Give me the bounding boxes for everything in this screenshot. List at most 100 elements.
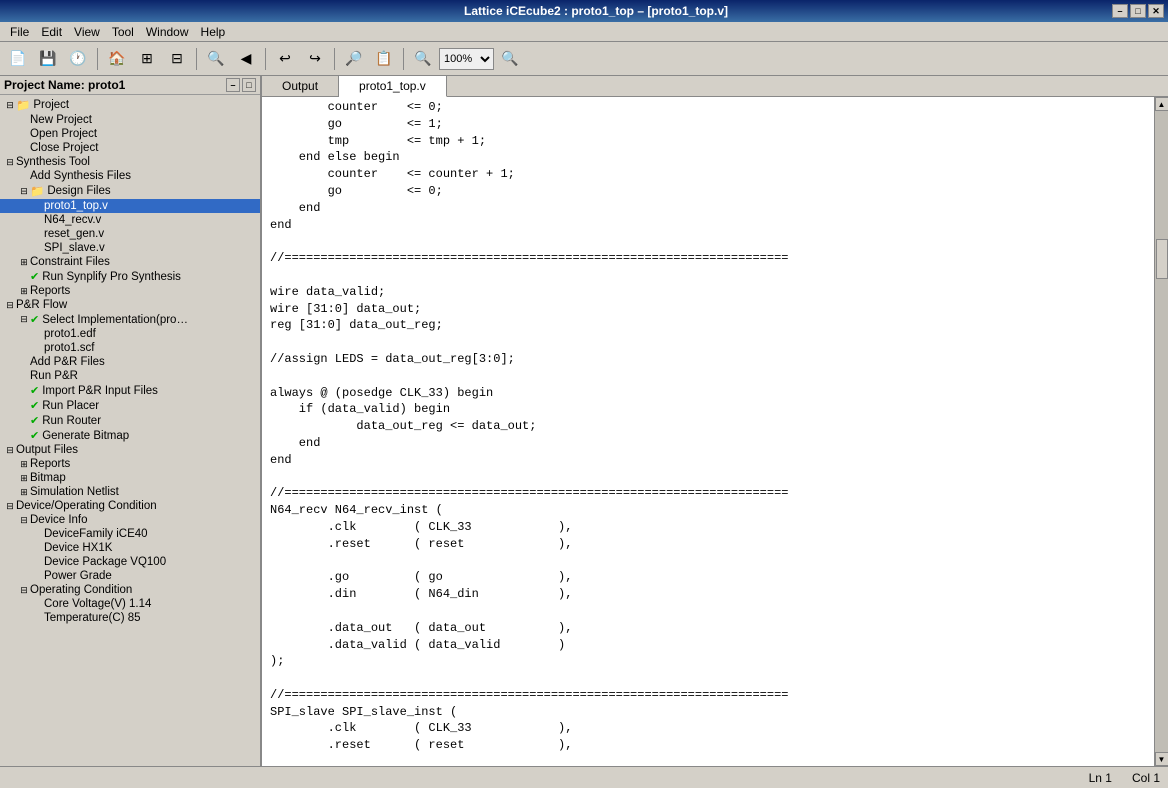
tree-item[interactable]: ⊞Reports — [0, 457, 260, 471]
tree-label: Run Synplify Pro Synthesis — [42, 271, 181, 283]
tree-item[interactable]: SPI_slave.v — [0, 241, 260, 255]
tree-toggle[interactable]: ⊟ — [18, 185, 30, 197]
menu-edit[interactable]: Edit — [35, 23, 68, 41]
open-button[interactable]: 🕐 — [64, 46, 92, 72]
menu-view[interactable]: View — [68, 23, 106, 41]
tree-toggle[interactable]: ⊟ — [4, 156, 16, 168]
tree-item[interactable]: proto1.scf — [0, 341, 260, 355]
tree-label: reset_gen.v — [44, 228, 104, 240]
tree-toggle[interactable]: ⊟ — [4, 444, 16, 456]
tree-toggle[interactable]: ⊞ — [18, 285, 30, 297]
tree-item[interactable]: ⊟Operating Condition — [0, 583, 260, 597]
tree-item[interactable]: Add Synthesis Files — [0, 169, 260, 183]
tab-proto1[interactable]: proto1_top.v — [339, 76, 447, 97]
tree-item[interactable]: New Project — [0, 113, 260, 127]
tb-btn6[interactable]: 🔍 — [202, 46, 230, 72]
menu-help[interactable]: Help — [195, 23, 232, 41]
menu-tool[interactable]: Tool — [106, 23, 140, 41]
tree-item[interactable]: ✔Import P&R Input Files — [0, 383, 260, 398]
tree-label: Core Voltage(V) 1.14 — [44, 598, 151, 610]
tree-item[interactable]: Core Voltage(V) 1.14 — [0, 597, 260, 611]
find-button[interactable]: 🔎 — [340, 46, 368, 72]
tree-item[interactable]: ✔Run Synplify Pro Synthesis — [0, 269, 260, 284]
tree-item[interactable]: ⊞Simulation Netlist — [0, 485, 260, 499]
tb-btn3[interactable]: 🏠 — [103, 46, 131, 72]
tree-item[interactable]: ⊞Constraint Files — [0, 255, 260, 269]
tree-item[interactable]: ⊟Output Files — [0, 443, 260, 457]
tb-btn5[interactable]: ⊟ — [163, 46, 191, 72]
menu-window[interactable]: Window — [140, 23, 195, 41]
tree-toggle[interactable]: ⊟ — [4, 500, 16, 512]
tree-item[interactable]: ⊟Device/Operating Condition — [0, 499, 260, 513]
tree-toggle[interactable]: ⊞ — [18, 458, 30, 470]
scroll-track[interactable] — [1155, 111, 1168, 752]
tb-btn7[interactable]: ◀ — [232, 46, 260, 72]
check-icon: ✔ — [30, 429, 39, 442]
tree-toggle[interactable]: ⊞ — [18, 256, 30, 268]
panel-minimize[interactable]: – — [226, 78, 240, 92]
zoom-out-button[interactable]: 🔍 — [409, 46, 437, 72]
tree-label: Add Synthesis Files — [30, 170, 131, 182]
minimize-button[interactable]: – — [1112, 4, 1128, 18]
status-bar: Ln 1 Col 1 — [0, 766, 1168, 788]
tree-toggle[interactable]: ⊞ — [18, 486, 30, 498]
tree-toggle[interactable]: ⊟ — [18, 314, 30, 326]
maximize-button[interactable]: □ — [1130, 4, 1146, 18]
panel-maximize[interactable]: □ — [242, 78, 256, 92]
tree-label: Import P&R Input Files — [42, 385, 158, 397]
tree-item[interactable]: ⊟📁Design Files — [0, 183, 260, 199]
scroll-up[interactable]: ▲ — [1155, 97, 1168, 111]
tree-item[interactable]: ⊞Bitmap — [0, 471, 260, 485]
tree-item[interactable]: Run P&R — [0, 369, 260, 383]
zoom-in-button[interactable]: 🔍 — [496, 46, 524, 72]
tree-item[interactable]: Add P&R Files — [0, 355, 260, 369]
scroll-down[interactable]: ▼ — [1155, 752, 1168, 766]
tree-item[interactable]: Device HX1K — [0, 541, 260, 555]
tree-item[interactable]: ⊞Reports — [0, 284, 260, 298]
tree-item[interactable]: Open Project — [0, 127, 260, 141]
tb-btn4[interactable]: ⊞ — [133, 46, 161, 72]
tree-item[interactable]: ✔Generate Bitmap — [0, 428, 260, 443]
tree-item[interactable]: ⊟Device Info — [0, 513, 260, 527]
tree-item[interactable]: ✔Run Placer — [0, 398, 260, 413]
tree-toggle[interactable]: ⊟ — [4, 99, 16, 111]
tree-toggle[interactable]: ⊟ — [18, 584, 30, 596]
tree-item[interactable]: Close Project — [0, 141, 260, 155]
tree-item[interactable]: ⊟P&R Flow — [0, 298, 260, 312]
tree-toggle[interactable]: ⊞ — [18, 472, 30, 484]
tree-item[interactable]: ⊟📁Project — [0, 97, 260, 113]
tree-item[interactable]: N64_recv.v — [0, 213, 260, 227]
tree-toggle[interactable]: ⊟ — [18, 514, 30, 526]
tree-item[interactable]: Device Package VQ100 — [0, 555, 260, 569]
tree-toggle[interactable]: ⊟ — [4, 299, 16, 311]
copy-button[interactable]: 📋 — [370, 46, 398, 72]
close-button[interactable]: ✕ — [1148, 4, 1164, 18]
code-content[interactable]: counter <= 0; go <= 1; tmp <= tmp + 1; e… — [262, 97, 1154, 766]
scroll-thumb[interactable] — [1156, 239, 1168, 279]
tree-item[interactable]: ⊟Synthesis Tool — [0, 155, 260, 169]
undo-button[interactable]: ↩ — [271, 46, 299, 72]
check-icon: ✔ — [30, 313, 39, 326]
tree-item[interactable]: reset_gen.v — [0, 227, 260, 241]
vertical-scrollbar[interactable]: ▲ ▼ — [1154, 97, 1168, 766]
tree-item[interactable]: ✔Run Router — [0, 413, 260, 428]
toolbar-sep4 — [334, 48, 335, 70]
tree-item[interactable]: Power Grade — [0, 569, 260, 583]
redo-button[interactable]: ↪ — [301, 46, 329, 72]
check-icon: ✔ — [30, 414, 39, 427]
tree-item[interactable]: proto1_top.v — [0, 199, 260, 213]
tree-label: SPI_slave.v — [44, 242, 105, 254]
save-button[interactable]: 💾 — [34, 46, 62, 72]
tree-label: Run P&R — [30, 370, 78, 382]
tree-item[interactable]: ⊟✔Select Implementation(pro… — [0, 312, 260, 327]
tree-item[interactable]: DeviceFamily iCE40 — [0, 527, 260, 541]
zoom-select[interactable]: 100% 75% 125% 150% — [439, 48, 494, 70]
tab-output[interactable]: Output — [262, 76, 339, 96]
menu-file[interactable]: File — [4, 23, 35, 41]
tree-label: Add P&R Files — [30, 356, 105, 368]
code-area: counter <= 0; go <= 1; tmp <= tmp + 1; e… — [262, 97, 1168, 766]
tree-label: Synthesis Tool — [16, 156, 90, 168]
tree-item[interactable]: proto1.edf — [0, 327, 260, 341]
tree-item[interactable]: Temperature(C) 85 — [0, 611, 260, 625]
new-button[interactable]: 📄 — [4, 46, 32, 72]
